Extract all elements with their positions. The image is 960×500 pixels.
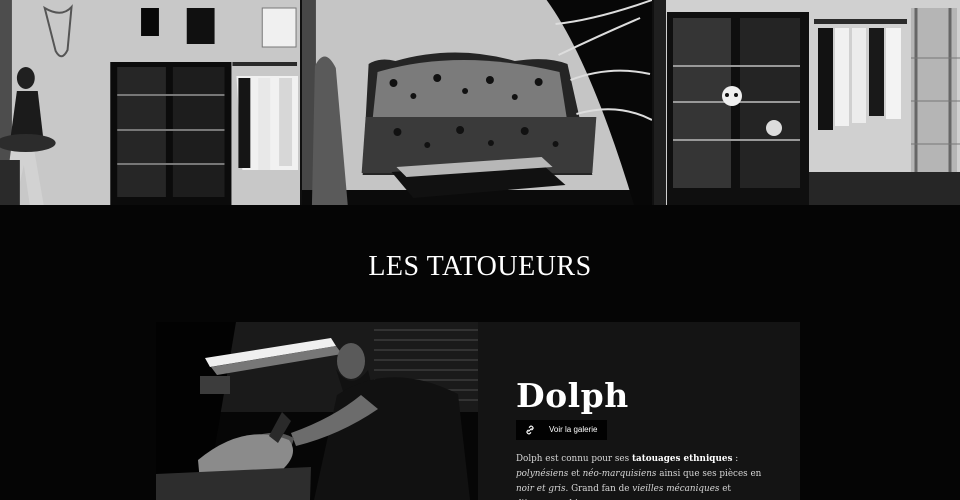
artist-bio: Dolph est connu pour ses tatouages ethni…	[516, 452, 766, 500]
bio-part-4: ainsi que ses pièces en	[656, 469, 762, 479]
artist-tattooing-image	[156, 322, 478, 500]
seating-area-image	[0, 0, 300, 205]
bio-part-2: :	[732, 454, 739, 464]
shop-photo-strip	[0, 0, 960, 205]
bio-neo-marquesan: néo-marquisiens	[582, 469, 657, 479]
bio-part-5: . Grand fan de	[565, 484, 633, 494]
shop-photo-seating-area	[0, 0, 302, 205]
artist-name: Dolph	[516, 376, 629, 415]
display-cabinet-image	[654, 0, 960, 205]
bio-highlight-ethnic-tattoos: tatouages ethniques	[631, 454, 733, 464]
sofa-image	[302, 0, 652, 205]
shop-photo-display	[654, 0, 960, 205]
artist-card-dolph: Dolph Voir la galerie Dolph est connu po…	[156, 322, 800, 500]
bio-part-1: Dolph est connu pour ses	[516, 454, 632, 464]
bio-part-3: et	[568, 469, 583, 479]
bio-old-mechanics: vieilles mécaniques	[632, 484, 720, 494]
page-title: LES TATOUEURS	[368, 251, 592, 282]
bio-polynesian: polynésiens	[516, 469, 569, 479]
artist-photo	[156, 322, 478, 500]
link-icon	[526, 425, 534, 435]
artist-info: Dolph Voir la galerie Dolph est connu po…	[516, 376, 766, 500]
tattoo-page: LES TATOUEURS Dolph Voir la galerie Dolp…	[0, 0, 960, 500]
bio-black-and-grey: noir et gris	[516, 484, 566, 494]
view-gallery-label: Voir la galerie	[549, 425, 598, 434]
shop-photo-sofa	[302, 0, 654, 205]
view-gallery-button[interactable]: Voir la galerie	[516, 420, 608, 440]
